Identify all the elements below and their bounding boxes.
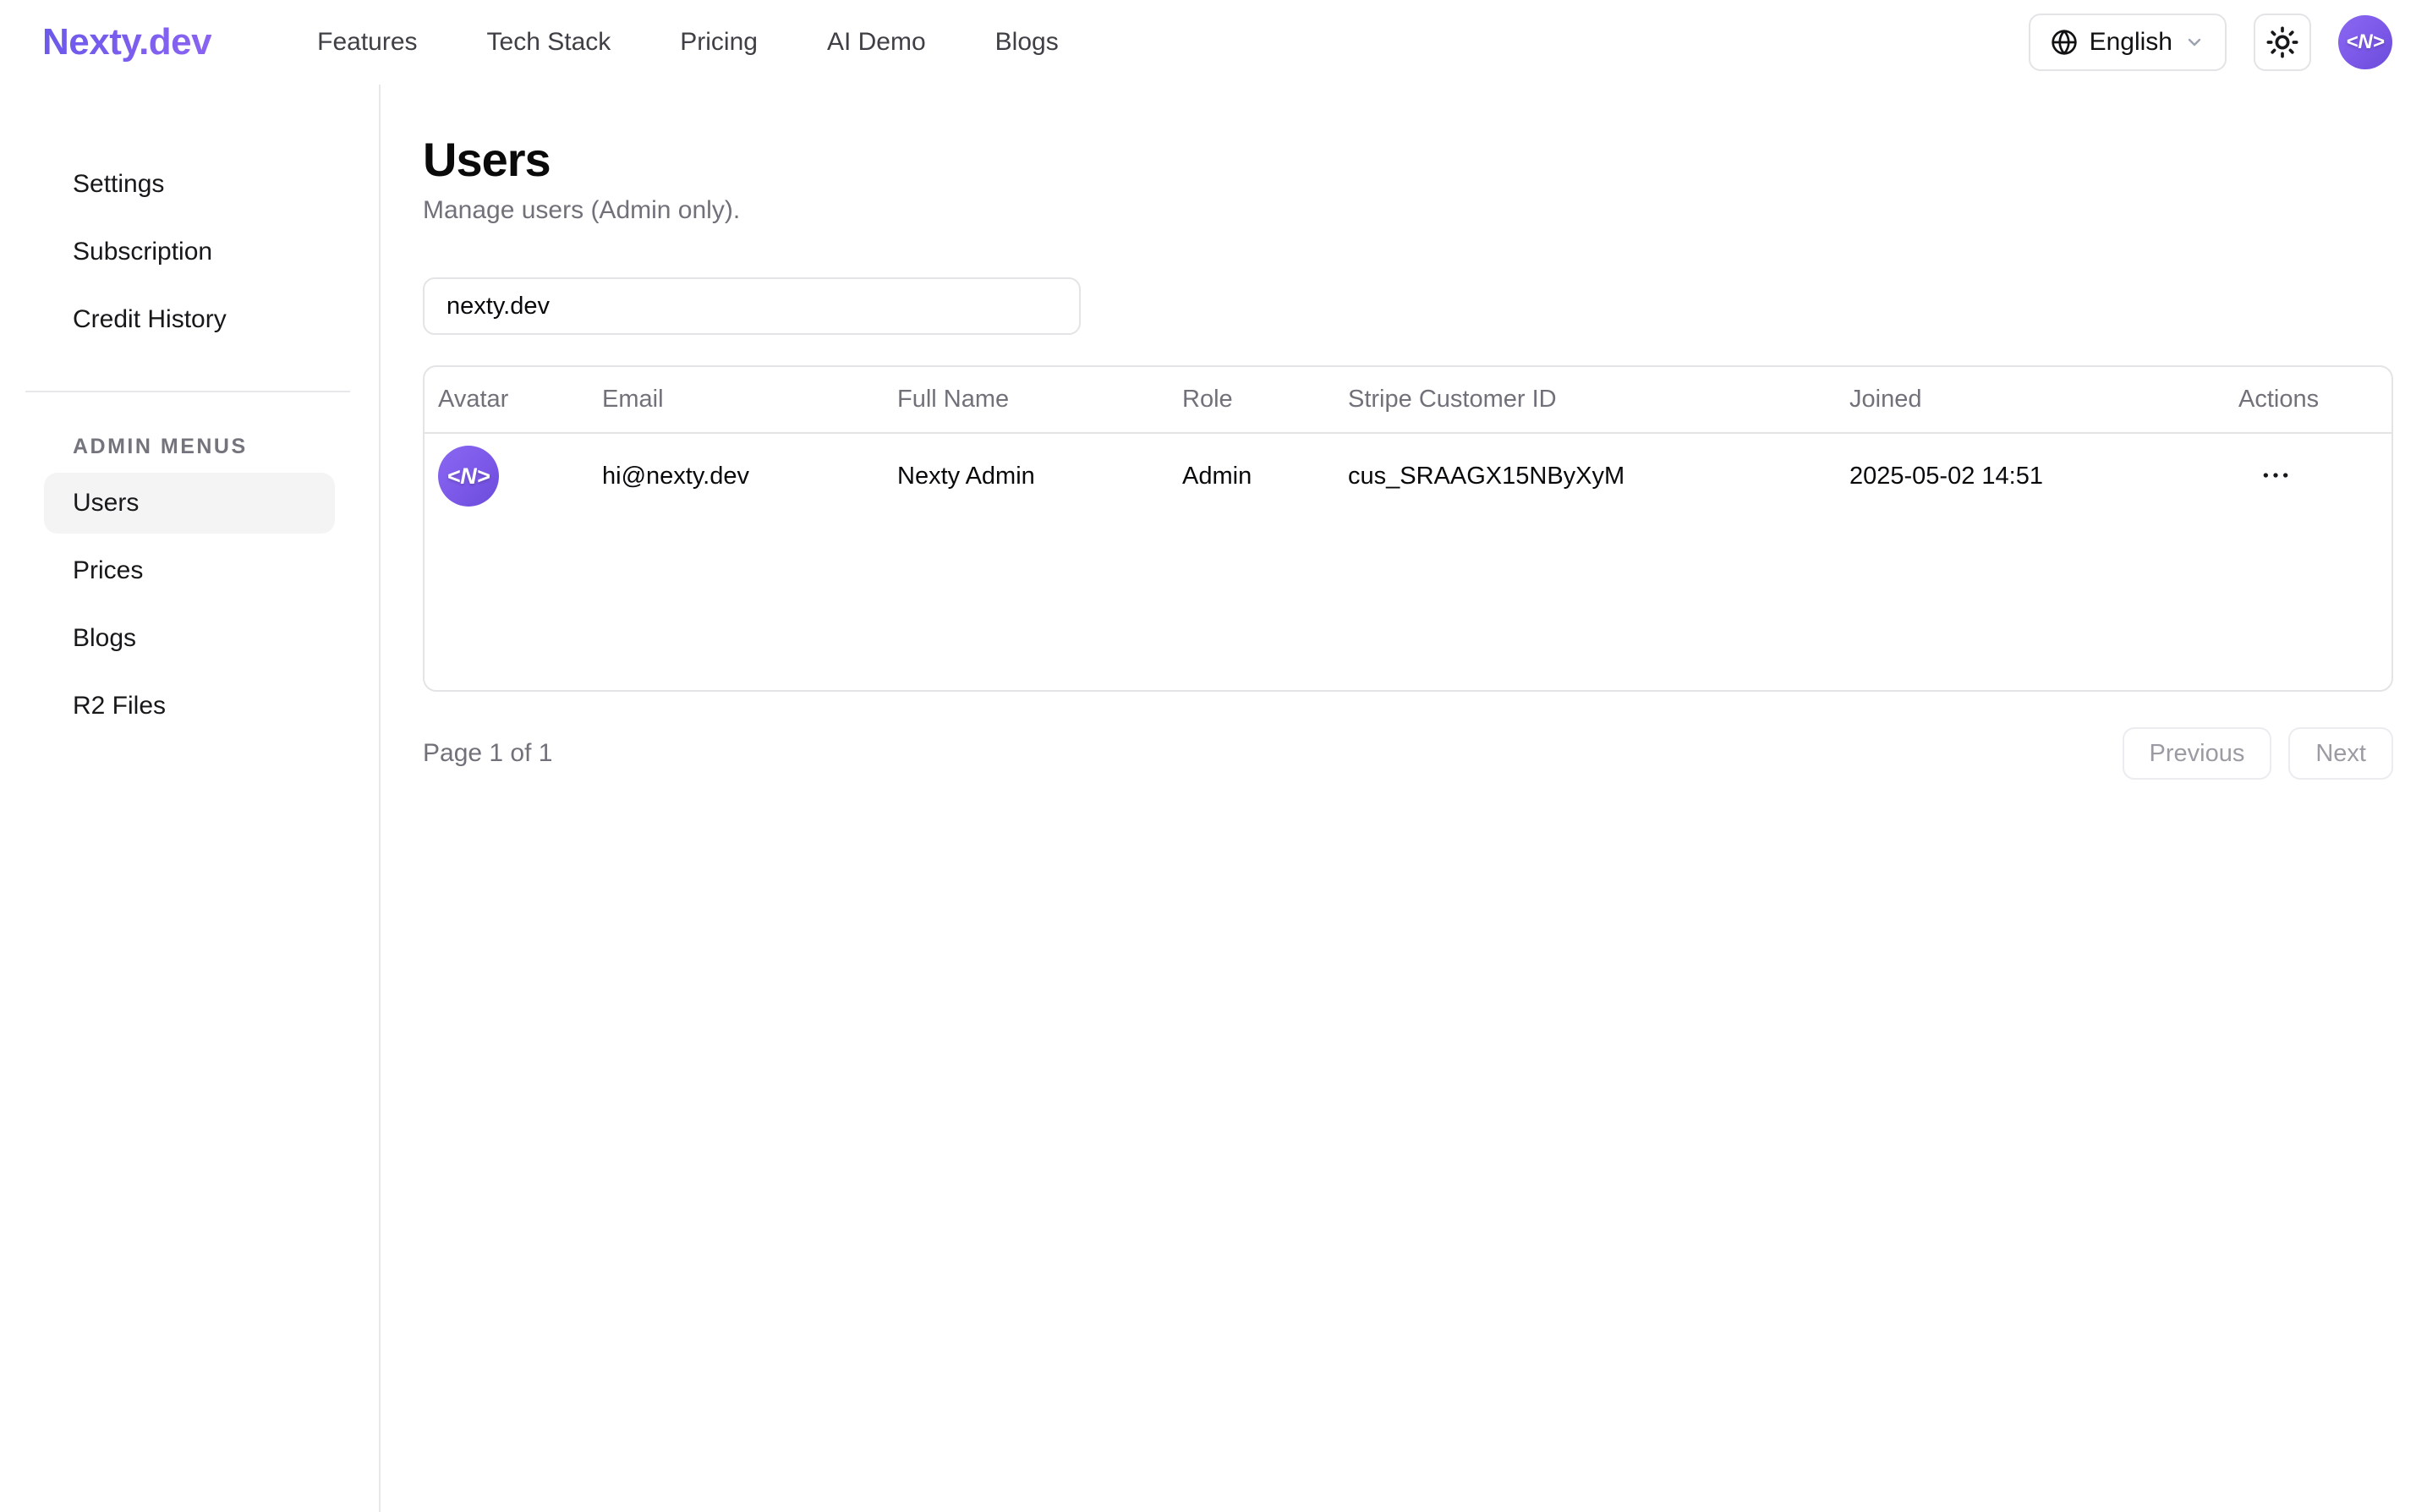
column-header-actions: Actions <box>2225 367 2391 433</box>
column-header-email: Email <box>589 367 884 433</box>
user-search-input[interactable] <box>423 277 1081 335</box>
row-user-avatar: <N> <box>438 446 499 507</box>
table-header-row: Avatar Email Full Name Role Stripe Custo… <box>425 367 2391 433</box>
page-subtitle: Manage users (Admin only). <box>423 194 2393 227</box>
header-actions: English <N> <box>2029 14 2392 71</box>
admin-menus-label: ADMIN MENUS <box>44 435 353 459</box>
pagination-bar: Page 1 of 1 Previous Next <box>423 727 2393 780</box>
cell-email: hi@nexty.dev <box>589 433 884 518</box>
globe-icon <box>2051 29 2078 56</box>
sidebar-item-users[interactable]: Users <box>44 473 335 534</box>
cell-full-name: Nexty Admin <box>884 433 1169 518</box>
page-status: Page 1 of 1 <box>423 739 552 768</box>
next-page-button[interactable]: Next <box>2288 727 2393 780</box>
nav-link-tech-stack[interactable]: Tech Stack <box>487 28 611 57</box>
previous-page-button[interactable]: Previous <box>2123 727 2272 780</box>
sidebar-item-settings[interactable]: Settings <box>44 154 335 215</box>
nav-link-pricing[interactable]: Pricing <box>680 28 758 57</box>
main-content: Users Manage users (Admin only). Avatar … <box>381 85 2427 1512</box>
language-label: English <box>2090 28 2172 57</box>
sidebar-item-blogs[interactable]: Blogs <box>44 608 335 669</box>
column-header-full-name: Full Name <box>884 367 1169 433</box>
row-actions-button[interactable] <box>2250 453 2301 497</box>
sun-icon <box>2265 25 2299 59</box>
column-header-avatar: Avatar <box>425 367 589 433</box>
sidebar-item-r2-files[interactable]: R2 Files <box>44 676 335 737</box>
brand-logo[interactable]: Nexty.dev <box>42 21 211 63</box>
column-header-joined: Joined <box>1836 367 2225 433</box>
page-layout: Settings Subscription Credit History ADM… <box>0 85 2427 1512</box>
cell-role: Admin <box>1169 433 1334 518</box>
cell-joined: 2025-05-02 14:51 <box>1836 433 2225 518</box>
top-header: Nexty.dev Features Tech Stack Pricing AI… <box>0 0 2427 85</box>
users-table-card: Avatar Email Full Name Role Stripe Custo… <box>423 365 2393 692</box>
sidebar-item-credit-history[interactable]: Credit History <box>44 289 335 350</box>
users-table: Avatar Email Full Name Role Stripe Custo… <box>425 367 2391 518</box>
column-header-role: Role <box>1169 367 1334 433</box>
sidebar-item-subscription[interactable]: Subscription <box>44 222 335 282</box>
chevron-down-icon <box>2184 32 2205 52</box>
language-selector-button[interactable]: English <box>2029 14 2227 71</box>
nav-link-features[interactable]: Features <box>317 28 417 57</box>
pagination-buttons: Previous Next <box>2123 727 2393 780</box>
nav-link-blogs[interactable]: Blogs <box>995 28 1059 57</box>
page-title: Users <box>423 135 2393 184</box>
table-row: <N> hi@nexty.dev Nexty Admin Admin cus_S… <box>425 433 2391 518</box>
more-horizontal-icon <box>2259 458 2293 492</box>
sidebar-item-prices[interactable]: Prices <box>44 540 335 601</box>
theme-toggle-button[interactable] <box>2254 14 2311 71</box>
user-avatar[interactable]: <N> <box>2338 15 2392 69</box>
nav-link-ai-demo[interactable]: AI Demo <box>827 28 926 57</box>
main-nav: Features Tech Stack Pricing AI Demo Blog… <box>317 28 1059 57</box>
cell-stripe-customer-id: cus_SRAAGX15NByXyM <box>1334 433 1836 518</box>
sidebar: Settings Subscription Credit History ADM… <box>0 85 381 1512</box>
sidebar-divider <box>25 391 350 392</box>
column-header-stripe-customer-id: Stripe Customer ID <box>1334 367 1836 433</box>
